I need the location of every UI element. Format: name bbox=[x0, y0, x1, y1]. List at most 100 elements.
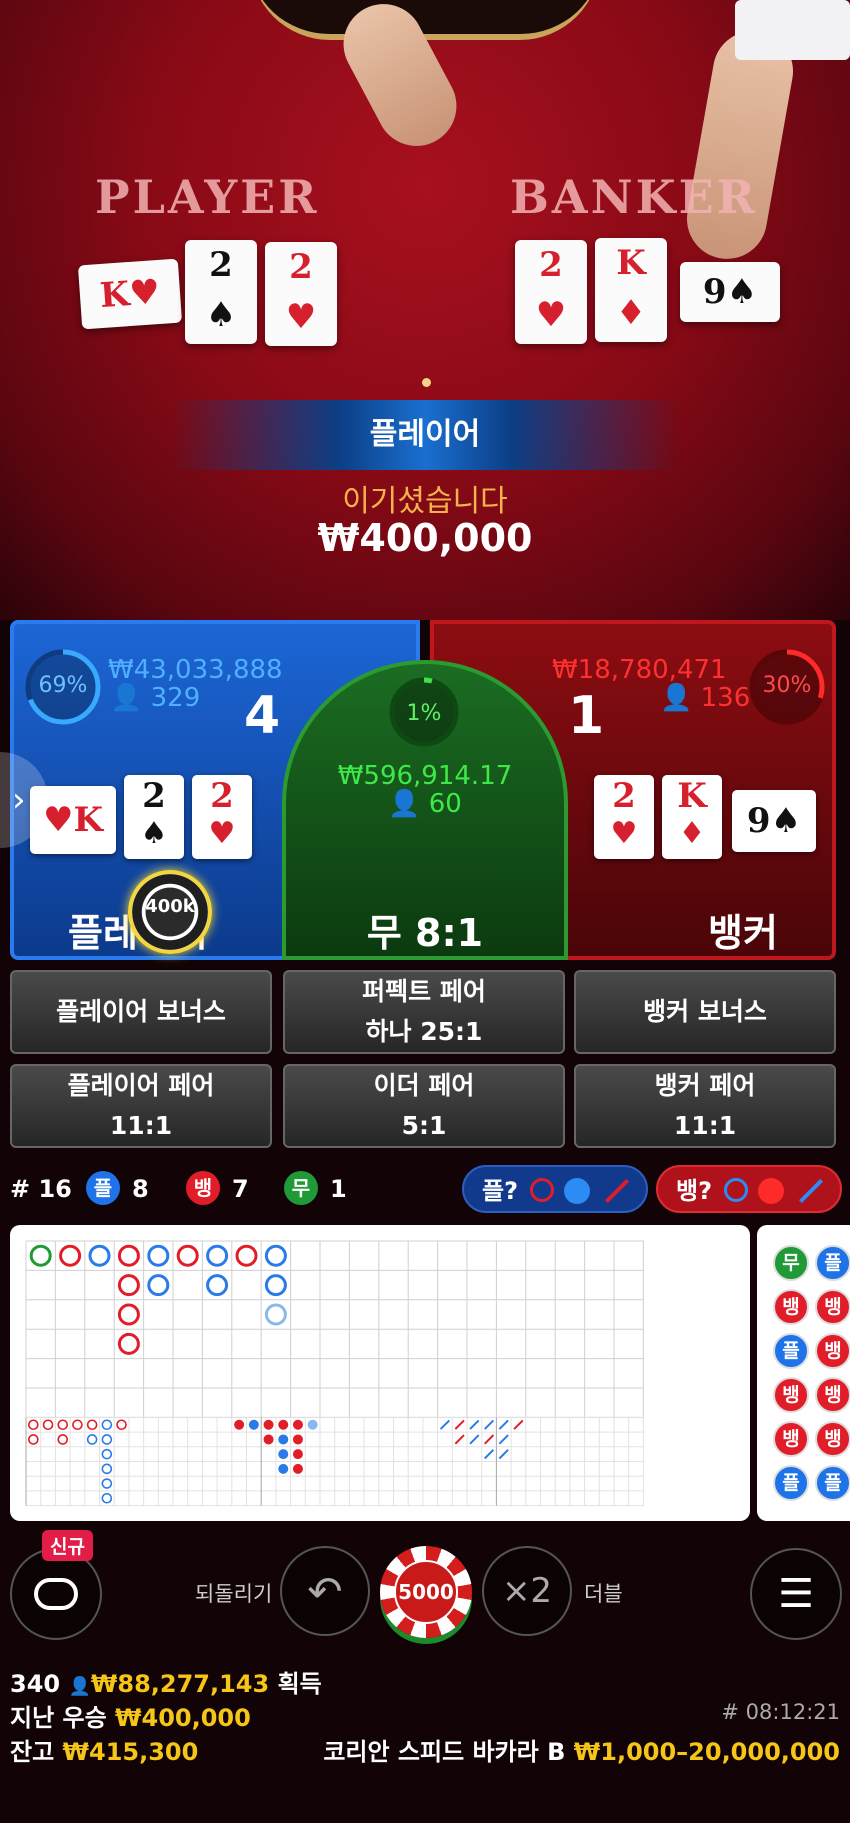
user-icon: 👤 bbox=[660, 683, 693, 713]
cockroach-mark bbox=[469, 1419, 480, 1430]
small-road-mark bbox=[101, 1478, 113, 1489]
double-label: 더블 bbox=[584, 1582, 623, 1606]
undo-label: 되돌리기 bbox=[195, 1582, 273, 1606]
big-road-mark bbox=[264, 1244, 287, 1267]
banker-card-2: K ♦ bbox=[662, 775, 722, 859]
player-badge: 플 bbox=[86, 1171, 120, 1205]
cockroach-mark bbox=[483, 1449, 495, 1460]
tie-label: 무 8:1 bbox=[366, 911, 484, 955]
banker-total-bets: ₩18,780,471 bbox=[552, 655, 727, 685]
chat-button[interactable] bbox=[10, 1548, 102, 1640]
table-player-card-1: K♥ bbox=[77, 258, 183, 330]
player-bonus-button[interactable]: 플레이어 보너스 bbox=[10, 970, 272, 1054]
scoreboard-roadmap[interactable] bbox=[10, 1225, 750, 1521]
player-percent: 69% bbox=[38, 673, 88, 698]
perfect-pair-button[interactable]: 퍼펙트 페어 하나 25:1 bbox=[283, 970, 565, 1054]
hamburger-menu-icon: ☰ bbox=[778, 1571, 814, 1617]
bead-road-item: 뱅 bbox=[773, 1421, 809, 1457]
bead-road-item: 뱅 bbox=[815, 1333, 850, 1369]
user-icon: 👤 bbox=[388, 789, 421, 819]
player-card-3: 2 ♥ bbox=[192, 775, 252, 859]
bead-road-item: 플 bbox=[815, 1245, 850, 1281]
bead-eye-mark bbox=[278, 1449, 289, 1460]
bead-eye-mark bbox=[278, 1434, 289, 1445]
menu-button[interactable]: ☰ bbox=[750, 1548, 842, 1640]
tie-total-bets: ₩596,914.17 bbox=[337, 761, 513, 791]
dealer-body bbox=[250, 0, 600, 40]
cockroach-mark bbox=[439, 1419, 451, 1430]
player-card-2: 2 ♠ bbox=[124, 775, 184, 859]
bead-eye-mark bbox=[292, 1449, 303, 1460]
table-player-label: PLAYER bbox=[95, 170, 320, 224]
big-road-mark bbox=[117, 1274, 140, 1297]
big-road-mark bbox=[176, 1244, 199, 1267]
cockroach-mark bbox=[498, 1419, 509, 1430]
game-id: # 08:12:21 bbox=[721, 1700, 840, 1724]
double-button[interactable]: ×2 bbox=[482, 1546, 572, 1636]
banker-count: 👤 136 bbox=[660, 683, 751, 713]
win-amount: ₩400,000 bbox=[317, 516, 533, 560]
bead-road[interactable]: 무뱅플뱅뱅플플뱅뱅뱅뱅플 bbox=[757, 1225, 850, 1521]
stats-bar: # 16 플 8 뱅 7 무 1 플? 뱅? bbox=[0, 1165, 850, 1215]
double-icon: ×2 bbox=[501, 1571, 553, 1611]
new-badge: 신규 bbox=[42, 1530, 93, 1561]
table-banker-card-2: K ♦ bbox=[595, 238, 667, 342]
blue-dot-icon bbox=[564, 1178, 590, 1204]
cockroach-mark bbox=[498, 1434, 509, 1445]
big-road-mark bbox=[117, 1332, 140, 1355]
bead-eye-mark bbox=[234, 1419, 245, 1430]
big-road-mark bbox=[88, 1244, 111, 1267]
table-banker-label: BANKER bbox=[510, 170, 758, 224]
bead-eye-mark bbox=[278, 1419, 289, 1430]
bead-eye-mark bbox=[292, 1419, 303, 1430]
banker-label: 뱅커 bbox=[708, 911, 778, 955]
small-road-mark bbox=[57, 1434, 69, 1445]
big-road-mark bbox=[59, 1244, 82, 1267]
banker-bonus-button[interactable]: 뱅커 보너스 bbox=[574, 970, 836, 1054]
balance: 잔고 ₩415,300 bbox=[10, 1738, 199, 1766]
placed-chip-value: 400k bbox=[145, 896, 195, 917]
tie-badge: 무 bbox=[284, 1171, 318, 1205]
player-pair-button[interactable]: 플레이어 페어 11:1 bbox=[10, 1064, 272, 1148]
cockroach-mark bbox=[454, 1434, 465, 1445]
banker-card-1: 2 ♥ bbox=[594, 775, 654, 859]
table-player-card-3: 2 ♥ bbox=[265, 242, 337, 346]
page-indicator-dot bbox=[422, 378, 431, 387]
undo-button[interactable]: ↶ bbox=[280, 1546, 370, 1636]
small-road-mark bbox=[28, 1434, 39, 1445]
player-count: 👤 329 bbox=[110, 683, 201, 713]
small-road-mark bbox=[101, 1434, 113, 1445]
red-circle-icon bbox=[530, 1178, 554, 1202]
table-banker-card-1: 2 ♥ bbox=[515, 240, 587, 344]
ask-banker-button[interactable]: 뱅? bbox=[656, 1165, 842, 1213]
bead-eye-mark bbox=[307, 1419, 318, 1430]
banker-wins-count: 7 bbox=[232, 1175, 249, 1203]
banker-badge: 뱅 bbox=[186, 1171, 220, 1205]
dealer-sleeve bbox=[735, 0, 850, 60]
banker-pair-button[interactable]: 뱅커 페어 11:1 bbox=[574, 1064, 836, 1148]
table-info: 코리안 스피드 바카라 B ₩1,000–20,000,000 bbox=[323, 1738, 840, 1766]
bead-road-item: 뱅 bbox=[815, 1289, 850, 1325]
bead-road-item: 플 bbox=[773, 1333, 809, 1369]
small-road-mark bbox=[101, 1463, 113, 1475]
either-pair-button[interactable]: 이더 페어 5:1 bbox=[283, 1064, 565, 1148]
banker-percent: 30% bbox=[762, 673, 812, 698]
bead-road-item: 플 bbox=[773, 1465, 809, 1501]
big-road-grid bbox=[25, 1240, 644, 1507]
table-player-card-2: 2 ♠ bbox=[185, 240, 257, 344]
chat-bubble-icon bbox=[34, 1578, 78, 1610]
big-road-mark bbox=[117, 1244, 140, 1267]
small-road-mark bbox=[101, 1492, 113, 1504]
table-banker-card-3: 9♠ bbox=[680, 262, 780, 322]
round-number: # 16 bbox=[10, 1175, 72, 1203]
bead-eye-mark bbox=[292, 1434, 303, 1445]
ask-player-button[interactable]: 플? bbox=[462, 1165, 648, 1213]
cockroach-mark bbox=[498, 1449, 509, 1460]
bead-road-item: 뱅 bbox=[773, 1289, 809, 1325]
bead-road-item: 뱅 bbox=[815, 1421, 850, 1457]
small-road-mark bbox=[28, 1419, 39, 1431]
big-road-mark bbox=[264, 1303, 287, 1326]
bead-road-item: 뱅 bbox=[815, 1377, 850, 1413]
user-icon: 👤 bbox=[110, 683, 143, 713]
cockroach-mark bbox=[483, 1419, 495, 1430]
